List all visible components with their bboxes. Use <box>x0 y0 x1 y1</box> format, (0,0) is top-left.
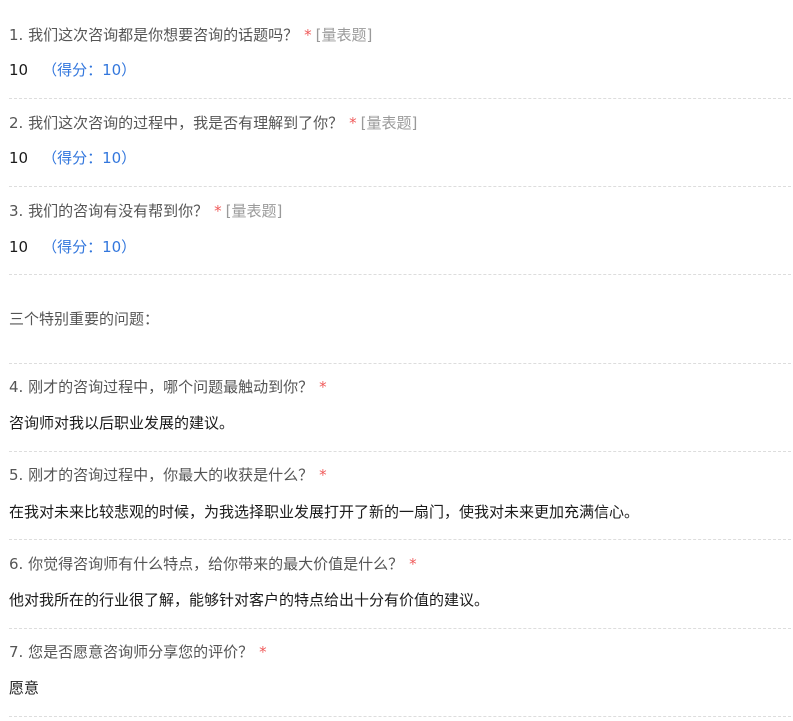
question-5: 5. 刚才的咨询过程中，你最大的收获是什么？ * 在我对未来比较悲观的时候，为我选… <box>9 465 791 522</box>
question-4: 4. 刚才的咨询过程中，哪个问题最触动到你？ * 咨询师对我以后职业发展的建议。 <box>9 377 791 433</box>
answer: 他对我所在的行业很了解，能够针对客户的特点给出十分有价值的建议。 <box>9 590 791 610</box>
answer: 10 （得分：10） <box>9 148 791 168</box>
divider <box>9 716 791 717</box>
question-text: 我们的咨询有没有帮到你？ <box>28 202 209 220</box>
question-title: 1. 我们这次咨询都是你想要咨询的话题吗？ * [量表题] <box>9 25 791 45</box>
required-marker: * <box>319 466 327 484</box>
question-type-tag: [量表题] <box>315 26 373 44</box>
question-number: 7. <box>9 643 24 661</box>
question-title: 4. 刚才的咨询过程中，哪个问题最触动到你？ * <box>9 377 791 397</box>
question-7: 7. 您是否愿意咨询师分享您的评价？ * 愿意 <box>9 642 791 698</box>
required-marker: * <box>214 202 222 220</box>
question-number: 2. <box>9 114 24 132</box>
question-text: 刚才的咨询过程中，哪个问题最触动到你？ <box>28 378 314 396</box>
required-marker: * <box>349 114 357 132</box>
question-3: 3. 我们的咨询有没有帮到你？ * [量表题] 10 （得分：10） <box>9 201 791 257</box>
required-marker: * <box>319 378 327 396</box>
divider <box>9 539 791 540</box>
question-title: 6. 你觉得咨询师有什么特点，给你带来的最大价值是什么？ * <box>9 554 791 574</box>
question-text: 你觉得咨询师有什么特点，给你带来的最大价值是什么？ <box>28 555 404 573</box>
question-title: 3. 我们的咨询有没有帮到你？ * [量表题] <box>9 201 791 221</box>
question-number: 1. <box>9 26 24 44</box>
question-number: 4. <box>9 378 24 396</box>
answer: 咨询师对我以后职业发展的建议。 <box>9 413 791 433</box>
divider <box>9 628 791 629</box>
answer: 在我对未来比较悲观的时候，为我选择职业发展打开了新的一扇门，使我对未来更加充满信… <box>9 502 791 522</box>
question-text: 我们这次咨询的过程中，我是否有理解到了你？ <box>28 114 344 132</box>
question-type-tag: [量表题] <box>225 202 283 220</box>
section-title: 三个特别重要的问题： <box>9 310 160 328</box>
score-label: （得分：10） <box>42 238 137 256</box>
question-text: 我们这次咨询都是你想要咨询的话题吗？ <box>28 26 299 44</box>
question-text: 您是否愿意咨询师分享您的评价？ <box>28 643 254 661</box>
divider <box>9 98 791 99</box>
question-number: 3. <box>9 202 24 220</box>
question-number: 6. <box>9 555 24 573</box>
answer-value: 他对我所在的行业很了解，能够针对客户的特点给出十分有价值的建议。 <box>9 591 490 609</box>
question-number: 5. <box>9 466 24 484</box>
divider <box>9 274 791 275</box>
question-2: 2. 我们这次咨询的过程中，我是否有理解到了你？ * [量表题] 10 （得分：10） <box>9 113 791 168</box>
answer-value: 咨询师对我以后职业发展的建议。 <box>9 414 235 432</box>
question-title: 7. 您是否愿意咨询师分享您的评价？ * <box>9 642 791 662</box>
required-marker: * <box>259 643 267 661</box>
answer: 10 （得分：10） <box>9 237 791 257</box>
required-marker: * <box>304 26 312 44</box>
answer-value: 10 <box>9 61 29 79</box>
answer-value: 10 <box>9 238 29 256</box>
required-marker: * <box>409 555 417 573</box>
question-6: 6. 你觉得咨询师有什么特点，给你带来的最大价值是什么？ * 他对我所在的行业很了… <box>9 554 791 610</box>
divider <box>9 363 791 364</box>
answer-value: 10 <box>9 149 29 167</box>
question-title: 5. 刚才的咨询过程中，你最大的收获是什么？ * <box>9 465 791 485</box>
question-text: 刚才的咨询过程中，你最大的收获是什么？ <box>28 466 314 484</box>
score-label: （得分：10） <box>42 61 137 79</box>
answer: 10 （得分：10） <box>9 60 791 80</box>
score-label: （得分：10） <box>42 149 137 167</box>
question-title: 2. 我们这次咨询的过程中，我是否有理解到了你？ * [量表题] <box>9 113 791 133</box>
answer-value: 在我对未来比较悲观的时候，为我选择职业发展打开了新的一扇门，使我对未来更加充满信… <box>9 503 640 521</box>
question-1: 1. 我们这次咨询都是你想要咨询的话题吗？ * [量表题] 10 （得分：10） <box>9 25 791 80</box>
divider <box>9 186 791 187</box>
answer-value: 愿意 <box>9 679 40 697</box>
divider <box>9 451 791 452</box>
answer: 愿意 <box>9 678 791 698</box>
question-type-tag: [量表题] <box>360 114 418 132</box>
